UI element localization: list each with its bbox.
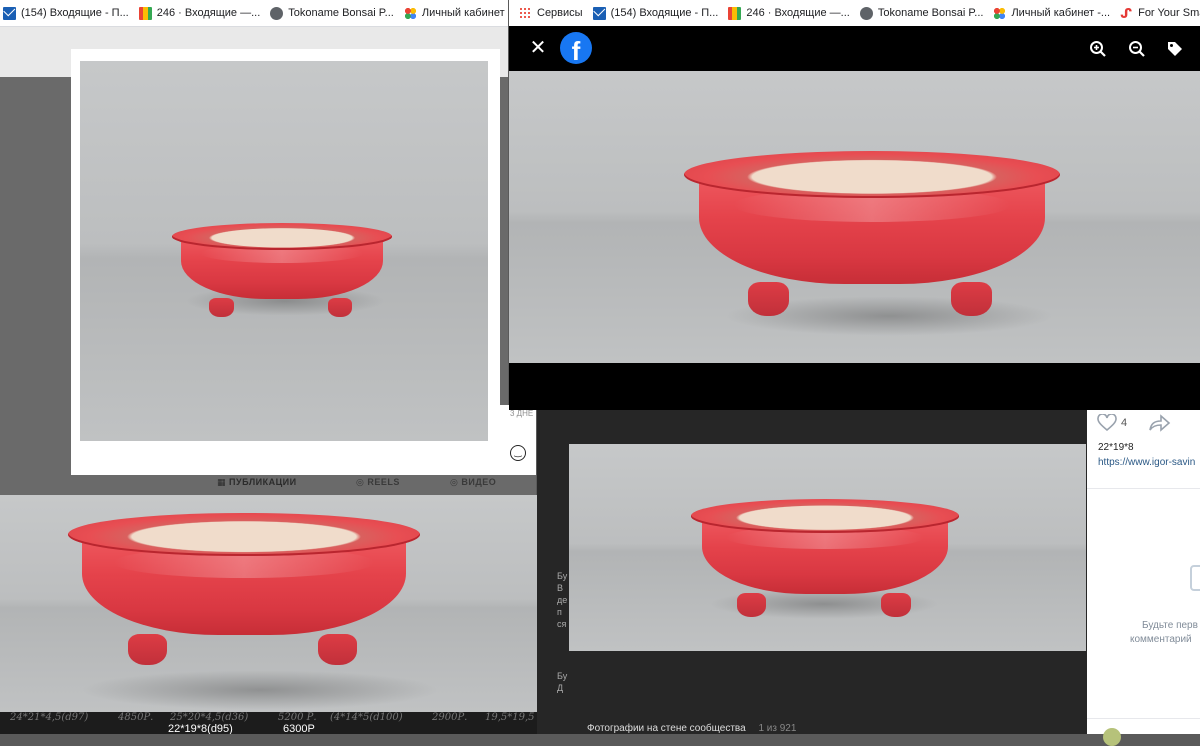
price-item-price: 2900Р. xyxy=(432,712,468,723)
zoom-out-icon[interactable] xyxy=(1125,40,1149,64)
bookmark-label: Сервисы xyxy=(537,7,583,19)
price-item-price: 4850Р. xyxy=(118,712,154,723)
grid-icon xyxy=(519,6,532,20)
video-icon: ◎ xyxy=(450,477,462,487)
globe-icon xyxy=(270,6,284,20)
facebook-viewer: ✕ f xyxy=(509,26,1200,410)
emoji-icon[interactable]: ‿ xyxy=(510,445,526,461)
price-item-size: 24*21*4,5(d97) xyxy=(10,712,89,723)
bookmarks-bar-right: Сервисы (154) Входящие - П... 246 · Вход… xyxy=(509,0,1200,27)
caption-size: 22*19*8(d95) xyxy=(168,723,233,734)
facebook-photo xyxy=(509,71,1200,363)
apps-icon xyxy=(993,6,1007,20)
bookmark-item[interactable]: Сервисы xyxy=(519,6,583,20)
post-image-card[interactable] xyxy=(71,49,500,475)
bookmark-item[interactable]: Tokoname Bonsai P... xyxy=(859,6,984,20)
bookmark-item[interactable]: Tokoname Bonsai P... xyxy=(270,6,394,20)
empty-comments-line1: Будьте перв xyxy=(1142,620,1198,631)
avatar[interactable] xyxy=(1103,728,1121,746)
bonsai-pot-image xyxy=(684,151,1060,319)
empty-comments-line2: комментарий xyxy=(1130,634,1192,645)
price-item-size: 19,5*19,5 xyxy=(485,712,535,723)
leaf-icon: ᔑ xyxy=(1120,5,1133,21)
photo-description: 22*19*8 xyxy=(1098,442,1134,453)
mail-icon xyxy=(592,6,606,20)
bonsai-pot-image xyxy=(691,499,959,619)
photo-link[interactable]: https://www.igor-savin xyxy=(1098,457,1195,468)
bookmark-label: 246 · Входящие —... xyxy=(156,7,261,19)
bonsai-pot-image xyxy=(172,223,392,319)
share-icon[interactable] xyxy=(1149,414,1171,437)
vk-photo[interactable] xyxy=(569,444,1086,651)
bookmark-label: 246 · Входящие —... xyxy=(746,7,850,19)
tab-video[interactable]: ◎ ВИДЕО xyxy=(450,477,496,488)
grid-icon: ▦ xyxy=(217,477,230,487)
bookmark-item[interactable]: Личный кабинет -... xyxy=(403,6,508,20)
bookmark-item[interactable]: ᔑ For Your Small Japa... xyxy=(1120,7,1200,20)
heart-icon xyxy=(1097,414,1117,432)
gmail-icon xyxy=(138,6,152,20)
price-item-size: (4*14*5(d100) xyxy=(330,712,403,723)
bookmark-label: (154) Входящие - П... xyxy=(21,7,129,19)
vk-sidebar: 4 22*19*8 https://www.igor-savin Будьте … xyxy=(1087,410,1200,746)
bookmark-item[interactable]: 246 · Входящие —... xyxy=(728,6,850,20)
apps-icon xyxy=(403,6,417,20)
gallery-title[interactable]: Фотографии на стене сообщества xyxy=(587,723,746,734)
bookmark-label: (154) Входящие - П... xyxy=(610,7,719,19)
facebook-logo-icon[interactable]: f xyxy=(560,32,592,64)
comments-icon xyxy=(1190,565,1200,591)
bookmarks-bar-left: (154) Входящие - П... 246 · Входящие —..… xyxy=(0,0,508,27)
bonsai-pot-image xyxy=(68,513,420,668)
bookmark-label: Личный кабинет -... xyxy=(1011,7,1111,19)
post-photo xyxy=(80,61,488,441)
close-icon[interactable]: ✕ xyxy=(526,36,550,60)
divider xyxy=(1087,488,1200,489)
bookmark-label: Личный кабинет -... xyxy=(421,7,508,19)
bookmark-item[interactable]: 246 · Входящие —... xyxy=(138,6,261,20)
reels-icon: ◎ xyxy=(356,477,368,487)
bookmark-item[interactable]: Личный кабинет -... xyxy=(993,6,1111,20)
caption-price: 6300Р xyxy=(283,723,315,734)
mail-icon xyxy=(3,6,16,20)
bottom-left-photo xyxy=(0,495,537,712)
vk-gallery-footer: Фотографии на стене сообщества 1 из 921 xyxy=(587,723,796,734)
bookmark-label: Tokoname Bonsai P... xyxy=(877,7,984,19)
bookmark-item[interactable]: (154) Входящие - П... xyxy=(592,6,719,20)
gallery-counter: 1 из 921 xyxy=(758,723,797,734)
time-ago: 3 ДНЕ xyxy=(510,409,534,418)
profile-tabs: ▦ ПУБЛИКАЦИИ ◎ REELS ◎ ВИДЕО xyxy=(0,475,536,495)
like-count: 4 xyxy=(1121,417,1128,429)
globe-icon xyxy=(859,6,873,20)
tab-posts[interactable]: ▦ ПУБЛИКАЦИИ xyxy=(217,477,297,488)
vk-post-text-left: Бу В де п ся Бу Д xyxy=(557,571,568,693)
bookmark-label: For Your Small Japa... xyxy=(1138,7,1200,19)
price-item-size: 25*20*4,5(d36) xyxy=(170,712,249,723)
tab-reels[interactable]: ◎ REELS xyxy=(356,477,400,488)
price-item-price: 5200 Р. xyxy=(278,712,317,723)
price-strip: 24*21*4,5(d97) 4850Р. 25*20*4,5(d36) 520… xyxy=(0,712,537,734)
bookmark-item[interactable]: (154) Входящие - П... xyxy=(3,6,129,20)
gmail-icon xyxy=(728,6,742,20)
bookmark-label: Tokoname Bonsai P... xyxy=(288,7,394,19)
zoom-in-icon[interactable] xyxy=(1086,40,1110,64)
tag-icon[interactable] xyxy=(1163,40,1187,64)
like-button[interactable]: 4 xyxy=(1097,414,1127,432)
divider xyxy=(1087,718,1200,719)
post-sidebar-strip: 3 ДНЕ ‿ xyxy=(500,405,536,475)
